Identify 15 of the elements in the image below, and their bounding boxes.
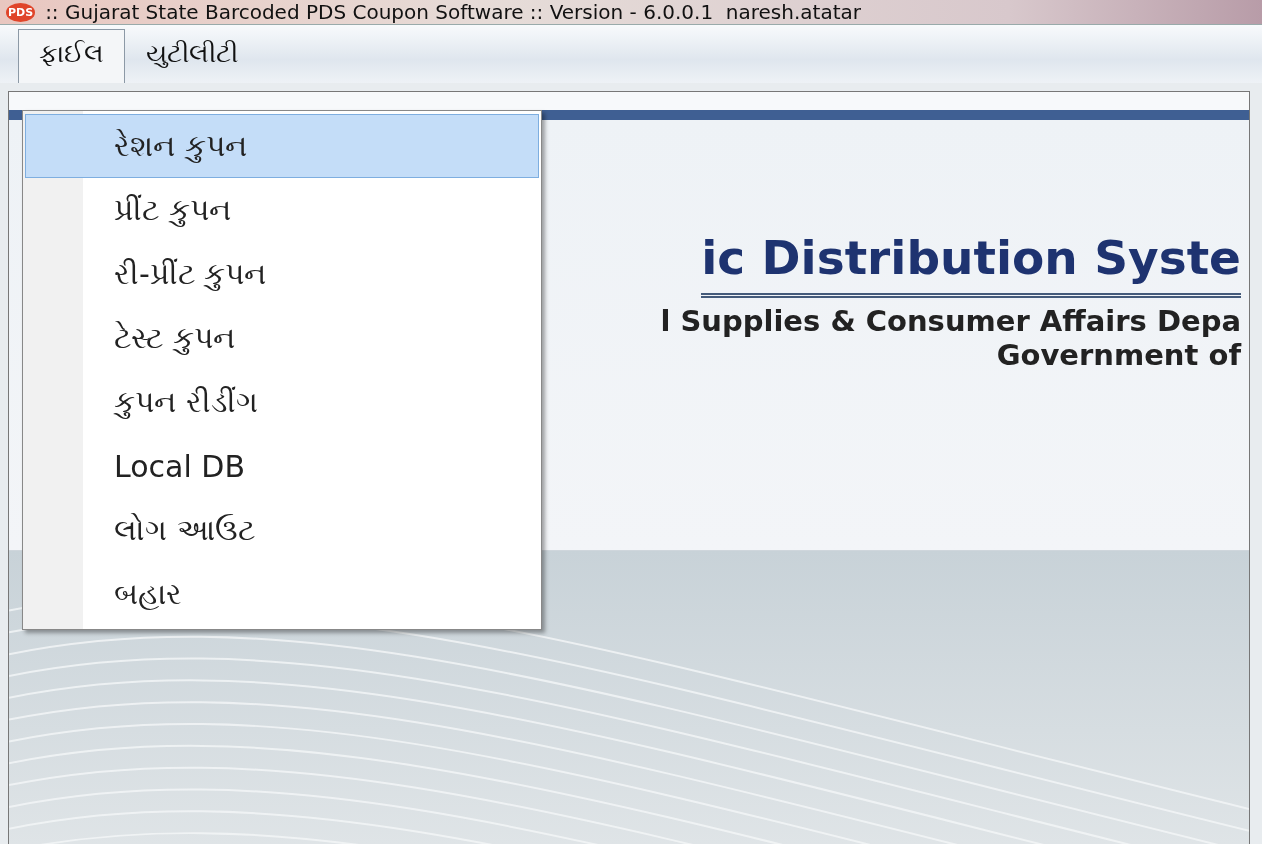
dropdown-item[interactable]: લોગ આઉટ	[25, 498, 539, 562]
dropdown-item[interactable]: Local DB	[25, 434, 539, 498]
department-text: l Supplies & Consumer Affairs Depa	[660, 304, 1241, 338]
menu-item[interactable]: ફાઈલ	[18, 29, 125, 83]
dropdown-item[interactable]: રેશન કુપન	[25, 114, 539, 178]
dropdown-item[interactable]: બહાર	[25, 562, 539, 626]
dropdown-item[interactable]: પ્રીંટ કુપન	[25, 178, 539, 242]
dropdown-item[interactable]: રી-પ્રીંટ કુપન	[25, 242, 539, 306]
dropdown-item[interactable]: ટેસ્ટ કુપન	[25, 306, 539, 370]
window-title: :: Gujarat State Barcoded PDS Coupon Software :: Version - 6.0.0.1 naresh.atatar	[45, 0, 861, 24]
menu-item[interactable]: યુટીલીટી	[125, 29, 259, 83]
banner-title: ic Distribution Syste	[701, 230, 1241, 298]
dropdown-item[interactable]: કુપન રીડીંગ	[25, 370, 539, 434]
government-text: Government of	[996, 338, 1241, 372]
app-icon: PDS	[6, 2, 36, 22]
